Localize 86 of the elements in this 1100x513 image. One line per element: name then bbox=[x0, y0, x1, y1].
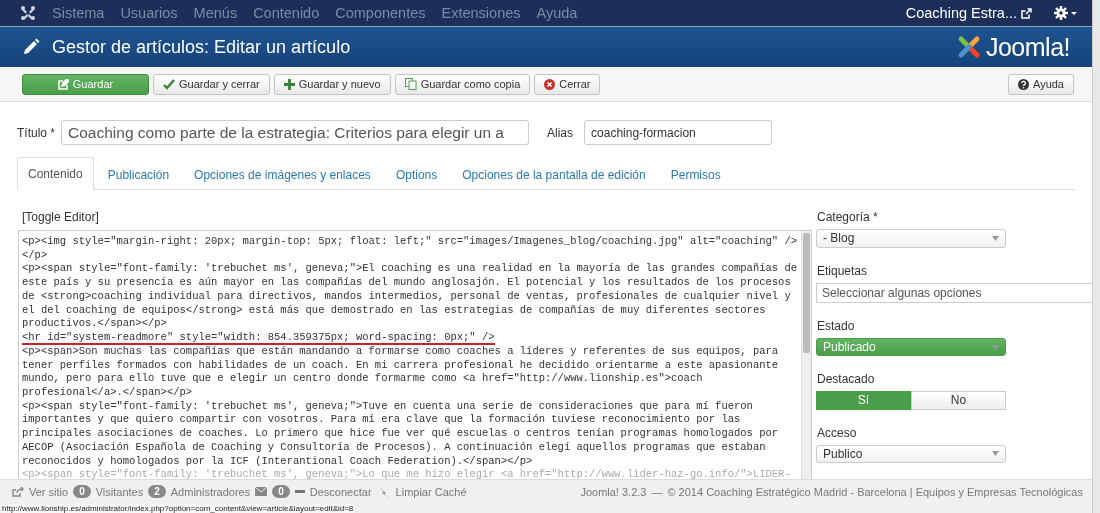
title-field[interactable]: Coaching como parte de la estrategia: Criterios para elegir un a bbox=[61, 120, 529, 145]
close-icon bbox=[544, 78, 556, 90]
field-label: Alias bbox=[547, 125, 574, 140]
browser-status-url: http://www.lionship.es/administrator/index.php?option=com_content&view=article&layout=edit&id=8 bbox=[2, 504, 354, 513]
toolbar-button[interactable]: Guardar y nuevo bbox=[273, 73, 391, 95]
toggle-option[interactable]: No bbox=[911, 391, 1006, 410]
joomla-logo-icon[interactable] bbox=[20, 5, 36, 21]
status-label: Visitantes bbox=[95, 485, 144, 498]
count-badge: 0 bbox=[73, 485, 91, 498]
code-line: importantes y que quiero compartir con vosotros. Para mí era clave que la formación tuviese reconocimiento por las bbox=[22, 413, 741, 428]
toolbar-button[interactable]: Cerrar bbox=[534, 73, 601, 95]
view-site-link[interactable]: Ver sitio bbox=[29, 485, 69, 498]
count-badge: 2 bbox=[148, 485, 166, 498]
editor-scrollbar[interactable] bbox=[801, 231, 811, 479]
plus-icon bbox=[283, 78, 295, 90]
pencil-icon bbox=[22, 38, 40, 56]
separator-text: — bbox=[651, 485, 663, 498]
page-scrollbar[interactable] bbox=[1092, 0, 1100, 513]
version-text: Joomla! 3.2.3 bbox=[580, 485, 647, 498]
tags-field[interactable]: Seleccionar algunas opciones bbox=[816, 282, 1092, 303]
select-field[interactable]: - Blog bbox=[816, 229, 1006, 248]
page-title: Gestor de artículos: Editar un artículo bbox=[52, 36, 352, 58]
field-label: Categoría * bbox=[817, 210, 879, 224]
count-badge: 0 bbox=[272, 485, 290, 498]
tab[interactable]: Publicación bbox=[96, 158, 181, 190]
code-line: </p> bbox=[22, 248, 48, 263]
code-line: <p><span style="font-family: 'trebuchet ms', geneva;">Tuve en cuenta una serie de consideraciones que para mí fueron bbox=[22, 399, 753, 414]
tab[interactable]: Options bbox=[384, 158, 449, 190]
edit-icon bbox=[57, 78, 69, 90]
logout-link[interactable]: Desconectar bbox=[309, 485, 372, 498]
site-link[interactable]: Coaching Estra... bbox=[905, 5, 1017, 21]
code-line: principales asociaciones de coaches. Lo primero que hice fue ver qué escuelas o centros tenían programas homologados por bbox=[22, 427, 779, 441]
code-line: este país y su presencia es aún mayor en las compañías del mundo anglosajón. El potencial y los resultados de los procesos bbox=[22, 276, 791, 290]
menu-item[interactable]: Menús bbox=[185, 5, 246, 21]
field-label: Etiquetas bbox=[817, 263, 869, 278]
code-line: de <strong>coaching individual para directivos, mandos intermedios, personal de ventas, profesionales de cualquier nivel y bbox=[22, 289, 791, 304]
code-line: AECOP (Asociación Española de Coaching y Consultoría de Procesos). A continuación elegí aquellos programas que estaban bbox=[22, 440, 766, 455]
code-line: tener perfiles formados con habilidades de un coach. En mi carrera profesional he decidido orientarme a este apasionante bbox=[22, 358, 779, 373]
mail-icon bbox=[255, 487, 268, 496]
field-label: Destacado bbox=[817, 372, 876, 387]
code-line: productivos.</span></p> bbox=[22, 317, 167, 331]
caret-icon bbox=[992, 344, 999, 350]
joomla-logo-text: Joomla! bbox=[985, 32, 1070, 62]
external-link-icon bbox=[1021, 7, 1032, 19]
minus-icon bbox=[294, 489, 305, 494]
caret-icon bbox=[992, 235, 999, 241]
tab[interactable]: Opciones de la pantalla de edición bbox=[451, 158, 657, 190]
menu-item[interactable]: Componentes bbox=[327, 5, 434, 21]
menu-item[interactable]: Usuarios bbox=[112, 5, 186, 21]
code-line: <p><span>Son muchas las compañías que están mandando a formarse como coaches a líderes y referentes de sus equipos, para bbox=[22, 344, 779, 359]
gear-icon[interactable] bbox=[1054, 6, 1078, 20]
menu-item[interactable]: Sistema bbox=[44, 5, 113, 21]
code-line: <hr id="system-readmore" style="width: 854.359375px; word-spacing: 0px;" /> bbox=[22, 330, 495, 345]
code-line: reconocidos y homologados por la ICF (Interantional Coach Federation).</span></p> bbox=[22, 454, 533, 469]
help-button[interactable]: Ayuda bbox=[1008, 73, 1074, 95]
caret-icon bbox=[992, 451, 999, 457]
menu-item[interactable]: Ayuda bbox=[528, 5, 586, 21]
tab[interactable]: Permisos bbox=[659, 158, 732, 190]
toggle-editor-link[interactable]: [Toggle Editor] bbox=[22, 210, 812, 224]
tab[interactable]: Contenido bbox=[17, 157, 94, 190]
code-line: <p><span style="font-family: 'trebuchet ms', geneva;">El coaching es una realidad en la mayoría de las grandes compañías de bbox=[22, 262, 798, 277]
menu-item[interactable]: Contenido bbox=[245, 5, 328, 21]
alias-field[interactable]: coaching-formacion bbox=[584, 120, 773, 145]
copyright-text: © 2014 Coaching Estratégico Madrid - Barcelona | Equipos y Empresas Tecnológicas bbox=[667, 485, 1083, 498]
clear-cache-link[interactable]: Limpiar Caché bbox=[395, 485, 467, 498]
toggle-option[interactable]: Sí bbox=[816, 391, 911, 410]
code-line: profesional</a>.</span></p> bbox=[22, 386, 193, 400]
select-field[interactable]: Publicado bbox=[816, 337, 1006, 357]
check-icon bbox=[163, 78, 175, 90]
field-label: Acceso bbox=[817, 425, 858, 440]
field-label: Título * bbox=[17, 125, 55, 140]
code-line: <p><span style="font-family: 'trebuchet ms', geneva;">Lo que me hizo elegir <a href="http://www.lider-haz-go.info/">LIDER- bbox=[22, 468, 791, 479]
status-label: Administradores bbox=[170, 485, 251, 498]
toolbar-button[interactable]: Guardar bbox=[22, 73, 149, 95]
code-line: <p><img style="margin-right: 20px; margin-top: 5px; float: left;" src="images/Imagenes_blog/coaching.jpg" alt="coaching" /> bbox=[22, 235, 798, 249]
field-label: Estado bbox=[817, 318, 856, 333]
code-line: el del coaching de equipos</strong> está más que demostrado en las estrategias de compañías de muy diferentes sectores bbox=[22, 303, 766, 318]
tab[interactable]: Opciones de imágenes y enlaces bbox=[183, 158, 382, 190]
toolbar-button[interactable]: Guardar como copia bbox=[394, 73, 531, 95]
share-icon bbox=[12, 486, 24, 497]
menu-item[interactable]: Extensiones bbox=[433, 5, 529, 21]
toolbar-button[interactable]: Guardar y cerrar bbox=[153, 73, 270, 95]
code-line: mundo, pero para ello tuve que e elegir un centro donde formarme como <a href="http://www.lionship.es">coach bbox=[22, 372, 703, 387]
copy-icon bbox=[404, 78, 417, 90]
help-icon bbox=[1018, 78, 1029, 90]
select-field[interactable]: Publico bbox=[816, 444, 1006, 463]
